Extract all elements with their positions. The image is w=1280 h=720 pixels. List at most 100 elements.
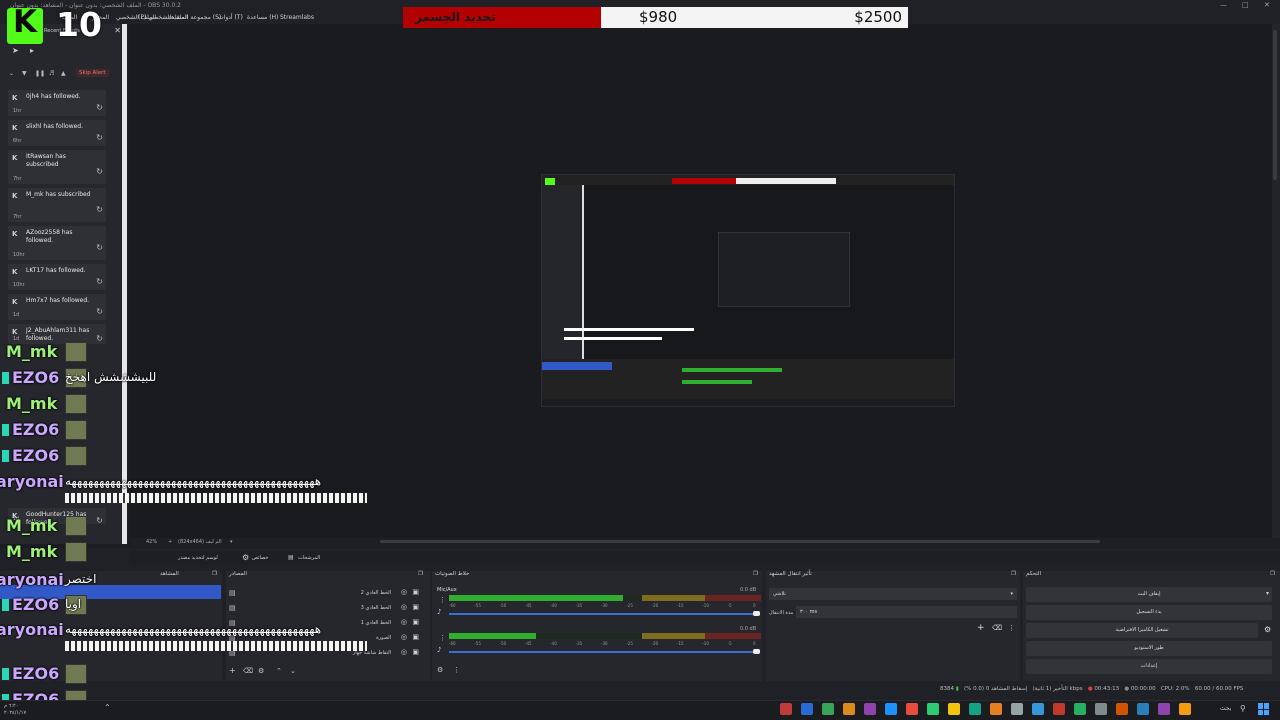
- taskbar-app-icon[interactable]: [1011, 703, 1023, 715]
- taskbar-app-icon[interactable]: [1179, 703, 1191, 715]
- trash-icon[interactable]: ⌫: [992, 624, 1002, 632]
- more-options-icon[interactable]: ⋮: [439, 596, 446, 604]
- more-options-icon[interactable]: ⋮: [439, 634, 446, 642]
- menu-streamlabs[interactable]: Streamlabs: [280, 14, 314, 21]
- menu-help[interactable]: مساعدة (H): [247, 14, 278, 21]
- speaker-icon[interactable]: ♪: [437, 608, 441, 616]
- taskbar-app-icon[interactable]: [864, 703, 876, 715]
- filter-icon[interactable]: ▤: [288, 554, 294, 561]
- gear-icon[interactable]: ⚙: [242, 553, 249, 562]
- close-dock-icon[interactable]: ✕: [114, 26, 121, 35]
- filter-icon[interactable]: ▼: [22, 70, 27, 77]
- replay-icon[interactable]: ↻: [96, 243, 103, 252]
- volume-slider-knob[interactable]: [753, 649, 760, 654]
- menu-scene-collection[interactable]: مجموعة المشاهد (S): [168, 14, 221, 21]
- pause-icon[interactable]: ❚❚: [35, 70, 45, 77]
- zoom-in-icon[interactable]: +: [168, 539, 172, 545]
- bell-icon[interactable]: ▲: [61, 70, 66, 77]
- replay-icon[interactable]: ↻: [96, 133, 103, 142]
- taskbar-app-icon[interactable]: [948, 703, 960, 715]
- dock-float-icon[interactable]: ❐: [212, 571, 217, 577]
- dock-float-icon[interactable]: ❐: [1011, 571, 1016, 577]
- replay-icon[interactable]: ↻: [96, 516, 103, 525]
- taskbar-app-icon[interactable]: [1053, 703, 1065, 715]
- taskbar-app-icon[interactable]: [822, 703, 834, 715]
- speaker-icon[interactable]: ♪: [437, 646, 441, 654]
- source-row[interactable]: ▤ الخط العادي 3 ◎ ▣: [229, 602, 425, 615]
- add-source-icon[interactable]: +: [229, 666, 236, 675]
- start-recording-button[interactable]: بدء التسجيل: [1026, 605, 1272, 620]
- lock-icon[interactable]: ▣: [412, 648, 419, 656]
- more-options-icon[interactable]: ⋮: [1008, 624, 1015, 632]
- horizontal-scrollbar[interactable]: [380, 540, 1100, 543]
- lock-icon[interactable]: ▣: [412, 588, 419, 596]
- replay-icon[interactable]: ↻: [96, 334, 103, 343]
- taskbar-app-icon[interactable]: [1074, 703, 1086, 715]
- visibility-icon[interactable]: ◎: [401, 588, 407, 596]
- lock-icon[interactable]: ▣: [412, 633, 419, 641]
- collapse-icon[interactable]: ⌄: [9, 70, 14, 77]
- settings-icon[interactable]: ⚙: [258, 667, 264, 675]
- taskbar-app-icon[interactable]: [885, 703, 897, 715]
- replay-icon[interactable]: ↻: [96, 307, 103, 316]
- chevron-down-icon[interactable]: ▾: [230, 539, 233, 545]
- dock-splitter[interactable]: [122, 24, 127, 544]
- maximize-icon[interactable]: □: [1242, 1, 1249, 9]
- properties-button[interactable]: خصائص: [252, 555, 268, 561]
- dock-float-icon[interactable]: ❐: [418, 571, 423, 577]
- duration-input[interactable]: ٣٠٠ ms: [796, 606, 1017, 618]
- taskbar-app-icon[interactable]: [969, 703, 981, 715]
- replay-icon[interactable]: ↻: [96, 277, 103, 286]
- filters-button[interactable]: المرشحات: [298, 555, 320, 561]
- mixer-settings-icon[interactable]: ⚙: [437, 666, 443, 674]
- gear-icon[interactable]: ⚙: [1264, 625, 1271, 634]
- start-icon[interactable]: [1258, 703, 1270, 715]
- taskbar-app-icon[interactable]: [1095, 703, 1107, 715]
- transition-select[interactable]: تلاشي ▾: [769, 588, 1017, 600]
- taskbar-app-icon[interactable]: [990, 703, 1002, 715]
- search-icon[interactable]: ⚲: [1240, 704, 1246, 713]
- virtual-camera-button[interactable]: تشغيل الكاميرا الافتراضية: [1026, 623, 1258, 638]
- vertical-scroll-thumb[interactable]: [1273, 30, 1277, 180]
- taskbar-app-icon[interactable]: [927, 703, 939, 715]
- visibility-icon[interactable]: ◎: [401, 633, 407, 641]
- visibility-icon[interactable]: ◎: [401, 603, 407, 611]
- trash-icon[interactable]: ⌫: [243, 667, 253, 675]
- lock-icon[interactable]: ▣: [412, 618, 419, 626]
- close-icon[interactable]: ✕: [1264, 1, 1270, 9]
- taskbar-app-icon[interactable]: [801, 703, 813, 715]
- stop-streaming-button[interactable]: إيقاف البث: [1026, 587, 1272, 602]
- volume-slider-knob[interactable]: [753, 611, 760, 616]
- mute-icon[interactable]: ♬: [49, 70, 54, 77]
- minimize-icon[interactable]: —: [1220, 1, 1227, 9]
- dock-float-icon[interactable]: ❐: [753, 571, 758, 577]
- taskbar-app-icon[interactable]: [1158, 703, 1170, 715]
- taskbar-search[interactable]: بحث: [1220, 705, 1231, 712]
- megaphone-icon[interactable]: ▸: [30, 46, 34, 55]
- taskbar-app-icon[interactable]: [1032, 703, 1044, 715]
- replay-icon[interactable]: ↻: [96, 103, 103, 112]
- taskbar-app-icon[interactable]: [780, 703, 792, 715]
- volume-slider[interactable]: [449, 613, 755, 615]
- add-transition-icon[interactable]: +: [977, 623, 985, 633]
- send-icon[interactable]: ➤: [12, 46, 19, 55]
- zoom-level[interactable]: 42%: [146, 539, 157, 545]
- replay-icon[interactable]: ↻: [96, 205, 103, 214]
- settings-button[interactable]: إعدادات: [1026, 659, 1272, 674]
- taskbar-app-icon[interactable]: [1116, 703, 1128, 715]
- taskbar-app-icon[interactable]: [906, 703, 918, 715]
- source-row[interactable]: ▤ الخط العادي 2 ◎ ▣: [229, 587, 425, 600]
- taskbar-app-icon[interactable]: [1137, 703, 1149, 715]
- chevron-up-icon[interactable]: ⌃: [104, 703, 111, 712]
- move-down-icon[interactable]: ⌄: [290, 667, 296, 675]
- skip-alert-button[interactable]: Skip Alert: [76, 69, 109, 77]
- visibility-icon[interactable]: ◎: [401, 618, 407, 626]
- studio-mode-button[interactable]: طور الاستوديو: [1026, 641, 1272, 656]
- visibility-icon[interactable]: ◎: [401, 648, 407, 656]
- more-options-icon[interactable]: ⋮: [453, 666, 460, 674]
- replay-icon[interactable]: ↻: [96, 167, 103, 176]
- volume-slider[interactable]: [449, 651, 755, 653]
- dock-float-icon[interactable]: ❐: [1270, 571, 1275, 577]
- chevron-down-icon[interactable]: ▾: [1266, 590, 1269, 597]
- lock-icon[interactable]: ▣: [412, 603, 419, 611]
